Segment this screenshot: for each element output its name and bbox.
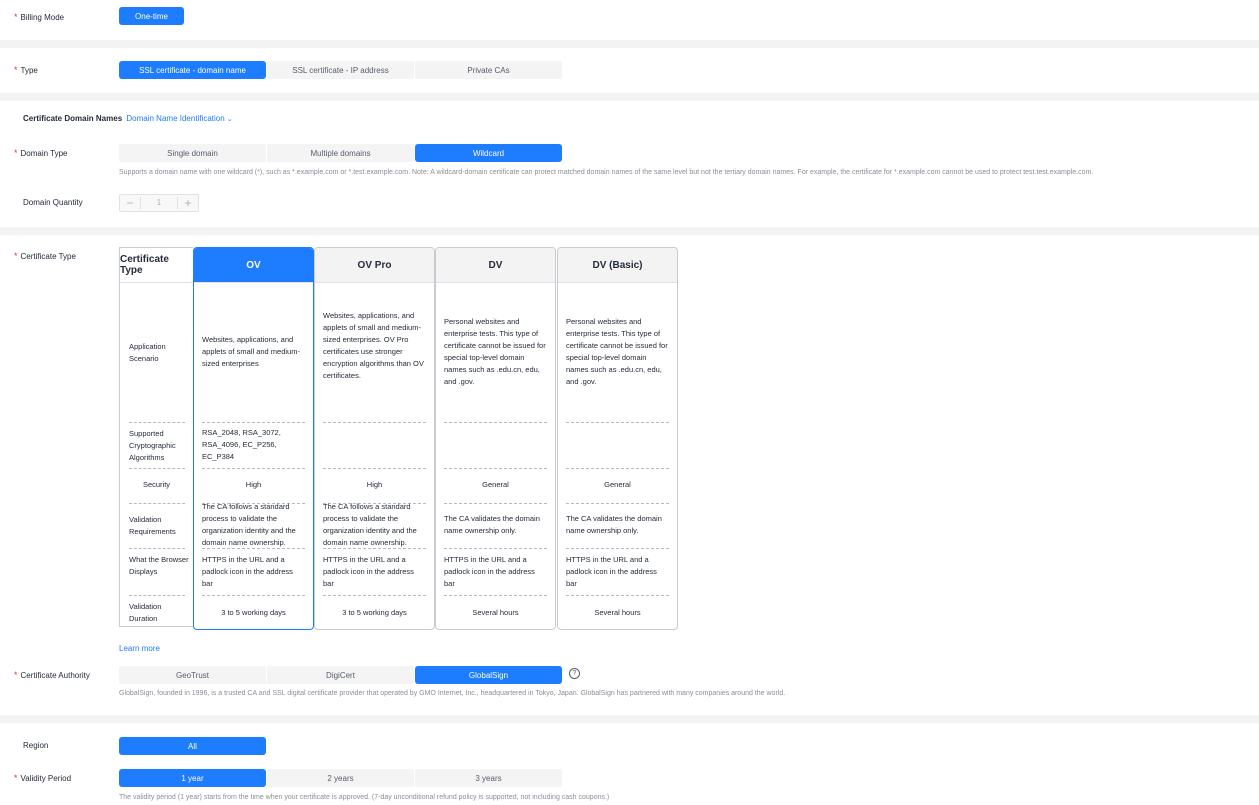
section-divider — [0, 715, 1259, 723]
validity-2-years-button[interactable]: 2 years — [267, 769, 414, 787]
cert-scenario: Personal websites and enterprise tests. … — [444, 317, 546, 386]
plus-button[interactable]: + — [178, 196, 198, 210]
row-label-validation: Validation Requirements — [129, 515, 176, 536]
row-label-browser: What the Browser Displays — [129, 555, 189, 576]
cert-scenario: Personal websites and enterprise tests. … — [566, 317, 668, 386]
authority-globalsign-button[interactable]: GlobalSign — [415, 666, 562, 684]
cert-duration: Several hours — [472, 608, 519, 617]
cert-security: General — [604, 480, 631, 489]
cert-browser: HTTPS in the URL and a padlock icon in t… — [202, 555, 293, 588]
billing-mode-label: * Billing Mode — [14, 12, 65, 22]
cert-card-dv-basic[interactable]: DV (Basic) Personal websites and enterpr… — [557, 247, 678, 630]
cert-duration: Several hours — [594, 608, 641, 617]
cert-card-title: DV — [436, 248, 555, 283]
validity-period-label: * Validity Period — [14, 773, 72, 783]
cert-card-dv[interactable]: DV Personal websites and enterprise test… — [435, 247, 556, 630]
domain-quantity-input[interactable]: 1 — [140, 197, 178, 209]
cert-security: General — [482, 480, 509, 489]
cert-browser: HTTPS in the URL and a padlock icon in t… — [444, 555, 535, 588]
authority-hint: GlobalSign, founded in 1996, is a truste… — [119, 690, 786, 697]
cert-validation: The CA validates the domain name ownersh… — [566, 514, 662, 535]
domain-names-title: Certificate Domain Names Domain Name Ide… — [23, 114, 233, 123]
cert-card-title: OV Pro — [315, 248, 434, 283]
section-divider — [0, 93, 1259, 101]
cert-scenario: Websites, applications, and applets of s… — [202, 335, 300, 368]
cert-duration: 3 to 5 working days — [221, 608, 286, 617]
domain-type-multiple-button[interactable]: Multiple domains — [267, 144, 414, 162]
section-divider — [0, 227, 1259, 235]
cert-security: High — [366, 480, 383, 489]
validity-hint: The validity period (1 year) starts from… — [119, 794, 610, 801]
cert-card-ov[interactable]: OV Websites, applications, and applets o… — [193, 247, 314, 630]
chevron-down-icon[interactable]: ⌄ — [227, 116, 233, 123]
region-label: Region — [23, 741, 49, 750]
type-private-ca-button[interactable]: Private CAs — [415, 61, 562, 79]
validity-1-year-button[interactable]: 1 year — [119, 769, 266, 787]
region-all-button[interactable]: All — [119, 737, 266, 755]
validity-3-years-button[interactable]: 3 years — [415, 769, 562, 787]
domain-quantity-stepper: − 1 + — [119, 194, 199, 212]
billing-one-time-button[interactable]: One-time — [119, 7, 184, 25]
cert-validation: The CA follows a standard process to val… — [323, 502, 417, 547]
certificate-type-label: * Certificate Type — [14, 251, 76, 261]
certificate-type-row-labels: Certificate Type Application Scenario Su… — [119, 247, 193, 627]
authority-geotrust-button[interactable]: GeoTrust — [119, 666, 266, 684]
domain-type-hint: Supports a domain name with one wildcard… — [119, 169, 1094, 176]
authority-digicert-button[interactable]: DigiCert — [267, 666, 414, 684]
cert-validation: The CA validates the domain name ownersh… — [444, 514, 540, 535]
cert-algorithms: RSA_2048, RSA_3072, RSA_4096, EC_P256, E… — [202, 428, 281, 461]
cert-card-ov-pro[interactable]: OV Pro Websites, applications, and apple… — [314, 247, 435, 630]
type-ssl-ip-button[interactable]: SSL certificate - IP address — [267, 61, 414, 79]
type-label: * Type — [14, 65, 38, 75]
domain-identification-link[interactable]: Domain Name Identification — [126, 114, 224, 123]
domain-type-single-button[interactable]: Single domain — [119, 144, 266, 162]
section-divider — [0, 40, 1259, 48]
minus-button[interactable]: − — [120, 196, 140, 210]
domain-quantity-label: Domain Quantity — [23, 198, 83, 207]
row-label-security: Security — [142, 480, 171, 489]
cert-browser: HTTPS in the URL and a padlock icon in t… — [323, 555, 414, 588]
cert-validation: The CA follows a standard process to val… — [202, 502, 296, 547]
cert-duration: 3 to 5 working days — [342, 608, 407, 617]
cert-scenario: Websites, applications, and applets of s… — [323, 311, 424, 380]
help-icon[interactable]: ? — [569, 668, 580, 679]
domain-type-wildcard-button[interactable]: Wildcard — [415, 144, 562, 162]
domain-type-label: * Domain Type — [14, 148, 68, 158]
certificate-type-header: Certificate Type — [120, 248, 193, 283]
cert-card-title: DV (Basic) — [558, 248, 677, 283]
row-label-algorithms: Supported Cryptographic Algorithms — [129, 429, 176, 462]
row-label-duration: Validation Duration — [129, 602, 162, 623]
learn-more-link[interactable]: Learn more — [119, 644, 160, 653]
certificate-authority-label: * Certificate Authority — [14, 670, 90, 680]
cert-security: High — [245, 480, 262, 489]
row-label-scenario: Application Scenario — [129, 342, 166, 363]
cert-browser: HTTPS in the URL and a padlock icon in t… — [566, 555, 657, 588]
type-ssl-domain-button[interactable]: SSL certificate - domain name — [119, 61, 266, 79]
cert-card-title: OV — [194, 248, 313, 283]
